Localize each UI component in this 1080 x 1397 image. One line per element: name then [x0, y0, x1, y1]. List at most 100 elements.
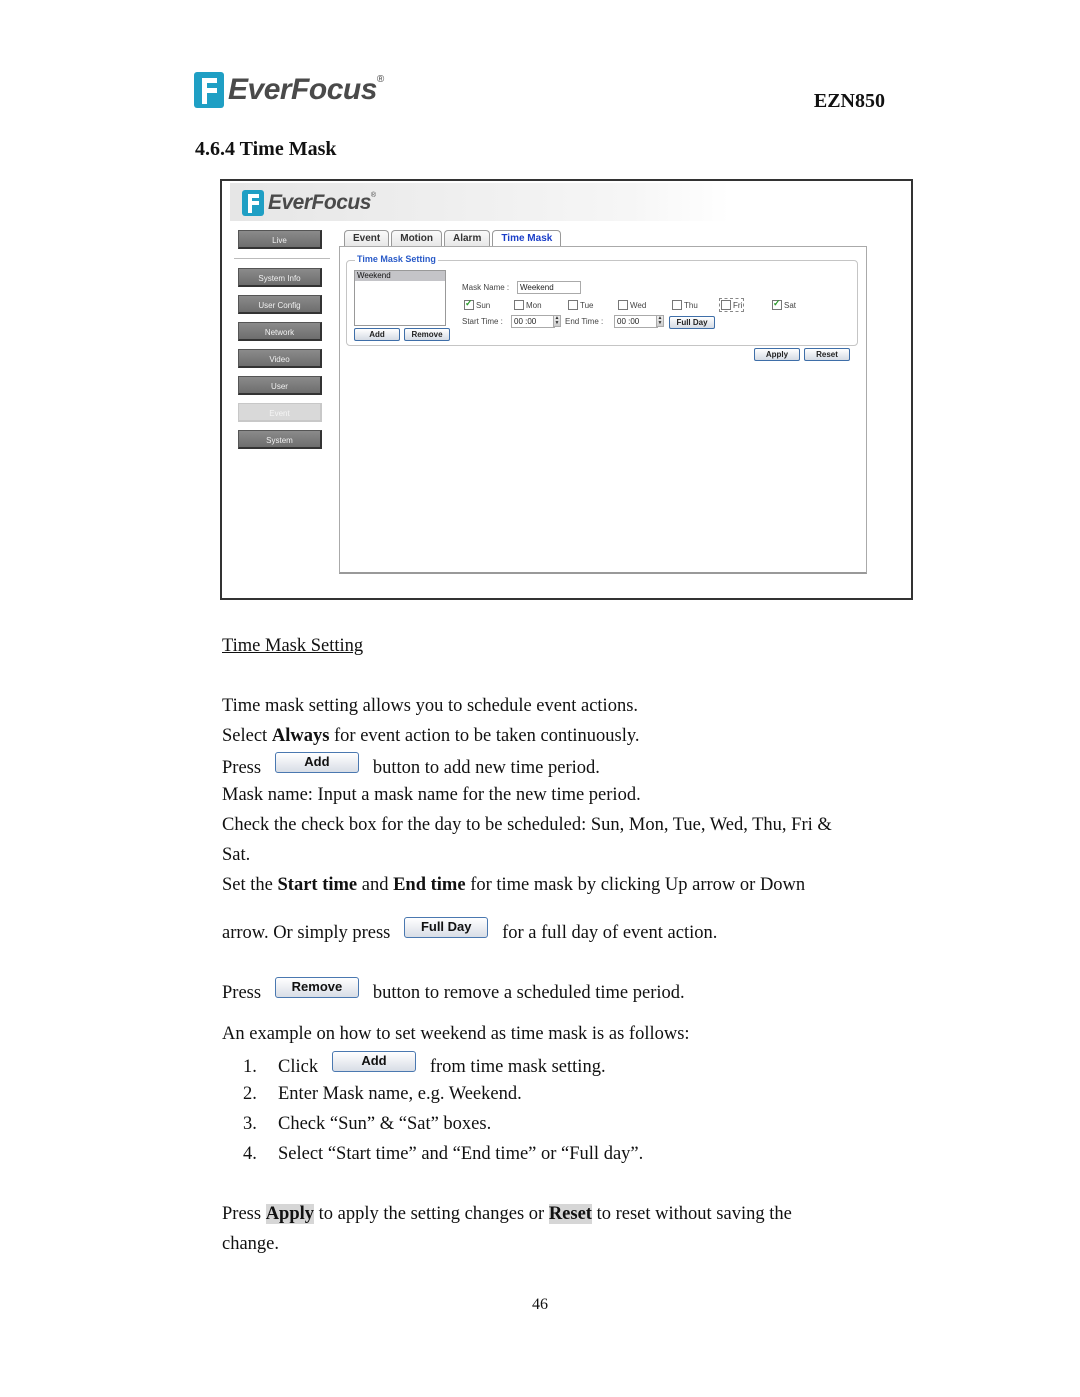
day-label: Thu: [684, 300, 698, 310]
start-time-spinner[interactable]: ▲ ▼: [553, 315, 561, 327]
add-button[interactable]: Add: [354, 328, 400, 341]
day-label: Fri: [733, 300, 743, 310]
start-time-input[interactable]: 00 :00: [511, 315, 555, 328]
end-time-term: End time: [393, 875, 466, 895]
day-checkbox-sat[interactable]: Sat: [772, 298, 797, 310]
apply-term: Apply: [265, 1204, 315, 1224]
sidebar-item-system[interactable]: System: [238, 430, 322, 449]
paragraph-example-intro: An example on how to set weekend as time…: [222, 1024, 690, 1044]
day-checkbox-sun[interactable]: Sun: [464, 298, 491, 310]
tab-alarm[interactable]: Alarm: [444, 230, 491, 247]
everfocus-logo-icon: [194, 72, 224, 108]
step-number: 2.: [243, 1084, 257, 1104]
sidebar-item-video[interactable]: Video: [238, 349, 322, 368]
step-number: 4.: [243, 1144, 257, 1164]
paragraph-apply-reset-line2: change.: [222, 1234, 280, 1254]
full-day-button[interactable]: Full Day: [669, 316, 715, 329]
day-label: Sun: [476, 300, 491, 310]
step-number: 1.: [243, 1057, 257, 1077]
tab-content-panel: Time Mask Setting Weekend Add Remove Mas…: [339, 246, 867, 574]
text: to apply the setting changes or: [314, 1204, 549, 1224]
step-3: Check “Sun” & “Sat” boxes.: [278, 1114, 492, 1134]
paragraph-set-time: Set the Start time and End time for time…: [222, 875, 805, 896]
page-number: 46: [532, 1296, 548, 1313]
mask-name-label: Mask Name :: [462, 283, 510, 292]
subheading-time-mask-setting: Time Mask Setting: [222, 636, 364, 656]
registered-mark: ®: [376, 74, 385, 85]
mask-name-input[interactable]: Weekend: [517, 281, 581, 294]
day-label: Mon: [526, 300, 542, 310]
tab-time-mask[interactable]: Time Mask: [492, 230, 562, 247]
remove-button[interactable]: Remove: [404, 328, 450, 341]
model-number: EZN850: [813, 90, 885, 112]
reset-button[interactable]: Reset: [804, 348, 850, 361]
brand-name: EverFocus: [228, 73, 377, 106]
text: to reset without saving the: [591, 1204, 792, 1224]
step-1: Click Add from time mask setting.: [278, 1051, 606, 1078]
text: Press: [222, 758, 262, 778]
spin-down-icon[interactable]: ▼: [657, 321, 663, 326]
checkbox-icon: [721, 300, 731, 310]
step-4: Select “Start time” and “End time” or “F…: [278, 1144, 644, 1164]
sidebar-item-network[interactable]: Network: [238, 322, 322, 341]
day-checkbox-fri[interactable]: Fri: [718, 298, 745, 312]
text: Press: [222, 983, 262, 1003]
day-checkbox-tue[interactable]: Tue: [568, 300, 594, 310]
text: button to add new time period.: [372, 758, 600, 778]
sidebar-item-user[interactable]: User: [238, 376, 322, 395]
day-checkbox-thu[interactable]: Thu: [672, 300, 698, 310]
sidebar-item-live[interactable]: Live: [238, 230, 322, 249]
start-time-label: Start Time :: [462, 317, 503, 326]
everfocus-logo: EverFocus ®: [194, 70, 384, 110]
paragraph-mask-name: Mask name: Input a mask name for the new…: [222, 785, 641, 805]
end-time-input[interactable]: 00 :00: [614, 315, 658, 328]
apply-button[interactable]: Apply: [754, 348, 800, 361]
remove-button-illustration: Remove: [274, 977, 359, 999]
paragraph-apply-reset: Press Apply to apply the setting changes…: [222, 1204, 792, 1225]
mask-list-item[interactable]: Weekend: [355, 271, 445, 281]
checkbox-icon: [672, 300, 682, 310]
day-label: Sat: [784, 300, 797, 310]
day-checkbox-wed[interactable]: Wed: [618, 300, 646, 310]
always-term: Always: [271, 726, 330, 746]
app-logo-icon: [242, 190, 264, 216]
sidebar-item-system-info[interactable]: System Info: [238, 268, 322, 287]
checkbox-checked-icon: [464, 298, 474, 310]
tab-event[interactable]: Event: [344, 230, 390, 247]
time-mask-setting-group: Time Mask Setting Weekend Add Remove Mas…: [346, 254, 858, 346]
end-time-label: End Time :: [565, 317, 604, 326]
paragraph-always: Select Always for event action to be tak…: [222, 726, 640, 747]
paragraph-check-days-line1: Check the check box for the day to be sc…: [222, 815, 832, 835]
text: for event action to be taken continuousl…: [329, 726, 640, 746]
text: Click: [278, 1057, 319, 1077]
app-brand-name: EverFocus: [268, 191, 371, 214]
end-time-spinner[interactable]: ▲ ▼: [656, 315, 664, 327]
checkbox-checked-icon: [772, 298, 782, 310]
reset-term: Reset: [548, 1204, 592, 1224]
time-mask-setting-legend: Time Mask Setting: [355, 254, 438, 264]
mask-list[interactable]: Weekend: [354, 270, 446, 326]
app-banner: EverFocus ®: [230, 183, 730, 221]
tab-motion[interactable]: Motion: [391, 230, 442, 247]
start-time-term: Start time: [277, 875, 358, 895]
text: Set the: [222, 875, 278, 895]
sidebar-item-user-config[interactable]: User Config: [238, 295, 322, 314]
checkbox-icon: [514, 300, 524, 310]
day-label: Wed: [630, 300, 647, 310]
text: button to remove a scheduled time period…: [372, 983, 685, 1003]
text: arrow. Or simply press: [222, 923, 391, 943]
day-label: Tue: [580, 300, 594, 310]
sidebar-item-event[interactable]: Event: [238, 403, 322, 422]
sidebar-divider: [234, 258, 330, 259]
day-checkbox-mon[interactable]: Mon: [514, 300, 542, 310]
text: for a full day of event action.: [502, 923, 718, 943]
paragraph-full-day: arrow. Or simply press Full Day for a fu…: [222, 917, 718, 944]
text: from time mask setting.: [429, 1057, 606, 1077]
app-logo: EverFocus ®: [242, 190, 376, 216]
text: and: [357, 875, 394, 895]
text: for time mask by clicking Up arrow or Do…: [465, 875, 806, 895]
checkbox-icon: [618, 300, 628, 310]
spin-down-icon[interactable]: ▼: [554, 321, 560, 326]
app-registered-mark: ®: [370, 192, 377, 199]
text: Press: [222, 1204, 266, 1224]
